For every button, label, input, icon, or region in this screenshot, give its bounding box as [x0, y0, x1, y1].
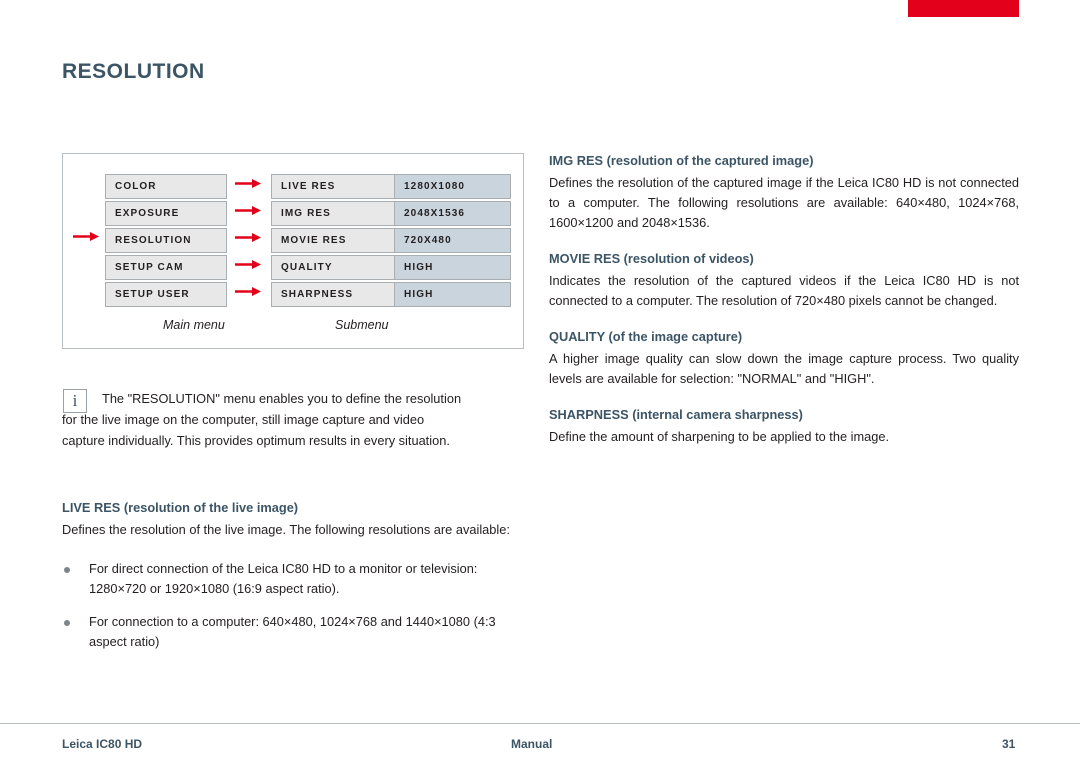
section-heading-sharpness: SHARPNESS (internal camera sharpness)	[549, 407, 803, 422]
main-menu-item-resolution[interactable]: RESOLUTION	[105, 228, 227, 253]
submenu-item-movie-res[interactable]: MOVIE RES	[271, 228, 395, 253]
info-note: The "RESOLUTION" menu enables you to def…	[62, 388, 524, 451]
list-item: For connection to a computer: 640×480, 1…	[62, 612, 524, 652]
page-title: RESOLUTION	[62, 60, 205, 83]
submenu-item-img-res[interactable]: IMG RES	[271, 201, 395, 226]
live-res-bullet-list: For direct connection of the Leica IC80 …	[62, 559, 524, 652]
section-live-res: LIVE RES (resolution of the live image) …	[62, 500, 524, 652]
arrow-right-icon-row1	[235, 179, 261, 188]
submenu-row: MOVIE RES 720X480	[271, 228, 511, 253]
main-menu-item-setup-cam[interactable]: SETUP CAM	[105, 255, 227, 280]
info-note-line1: The "RESOLUTION" menu enables you to def…	[102, 391, 462, 406]
left-column: LIVE RES (resolution of the live image) …	[62, 500, 524, 672]
arrow-right-icon-row4	[235, 260, 261, 269]
top-red-accent-bar	[908, 0, 1019, 17]
section-body-quality: A higher image quality can slow down the…	[549, 351, 1019, 386]
section-body-sharpness: Define the amount of sharpening to be ap…	[549, 429, 890, 444]
main-menu-column: COLOR EXPOSURE RESOLUTION SETUP CAM SETU…	[105, 174, 227, 309]
arrow-right-icon-row2	[235, 206, 261, 215]
arrow-right-icon-row3	[235, 233, 261, 242]
submenu-value-img-res[interactable]: 2048X1536	[395, 201, 511, 226]
main-menu-row: EXPOSURE	[105, 201, 227, 226]
footer-page-number: 31	[1002, 737, 1016, 751]
page-footer: Leica IC80 HD Manual 31	[0, 737, 1080, 757]
submenu-row: QUALITY HIGH	[271, 255, 511, 280]
right-column: IMG RES (resolution of the captured imag…	[549, 153, 1019, 467]
submenu-item-quality[interactable]: QUALITY	[271, 255, 395, 280]
section-body-live-res: Defines the resolution of the live image…	[62, 522, 510, 537]
info-note-line2: for the live image on the computer, stil…	[62, 412, 425, 427]
submenu-value-movie-res[interactable]: 720X480	[395, 228, 511, 253]
footer-document-type: Manual	[511, 737, 553, 751]
section-heading-img-res: IMG RES (resolution of the captured imag…	[549, 153, 814, 168]
footer-product-name: Leica IC80 HD	[62, 737, 143, 751]
list-item: For direct connection of the Leica IC80 …	[62, 559, 524, 599]
section-img-res: IMG RES (resolution of the captured imag…	[549, 153, 1019, 233]
main-menu-item-color[interactable]: COLOR	[105, 174, 227, 199]
section-heading-live-res: LIVE RES (resolution of the live image)	[62, 500, 299, 515]
section-heading-quality: QUALITY (of the image capture)	[549, 329, 743, 344]
section-movie-res: MOVIE RES (resolution of videos) Indicat…	[549, 251, 1019, 311]
section-body-img-res: Defines the resolution of the captured i…	[549, 175, 1019, 230]
section-heading-movie-res: MOVIE RES (resolution of videos)	[549, 251, 754, 266]
submenu-value-quality[interactable]: HIGH	[395, 255, 511, 280]
section-quality: QUALITY (of the image capture) A higher …	[549, 329, 1019, 389]
main-menu-item-exposure[interactable]: EXPOSURE	[105, 201, 227, 226]
main-menu-row: SETUP USER	[105, 282, 227, 307]
submenu-value-sharpness[interactable]: HIGH	[395, 282, 511, 307]
submenu-item-sharpness[interactable]: SHARPNESS	[271, 282, 395, 307]
main-menu-row: SETUP CAM	[105, 255, 227, 280]
main-menu-row: RESOLUTION	[105, 228, 227, 253]
submenu-row: SHARPNESS HIGH	[271, 282, 511, 307]
section-body-movie-res: Indicates the resolution of the captured…	[549, 273, 1019, 308]
submenu-row: LIVE RES 1280X1080	[271, 174, 511, 199]
footer-divider	[0, 723, 1080, 724]
menu-diagram: COLOR EXPOSURE RESOLUTION SETUP CAM SETU…	[62, 153, 524, 349]
submenu-column: LIVE RES 1280X1080 IMG RES 2048X1536 MOV…	[271, 174, 511, 309]
submenu-caption: Submenu	[335, 318, 389, 332]
main-menu-caption: Main menu	[163, 318, 225, 332]
submenu-item-live-res[interactable]: LIVE RES	[271, 174, 395, 199]
info-note-line3: capture individually. This provides opti…	[62, 433, 450, 448]
submenu-value-live-res[interactable]: 1280X1080	[395, 174, 511, 199]
main-menu-item-setup-user[interactable]: SETUP USER	[105, 282, 227, 307]
arrow-right-icon-row5	[235, 287, 261, 296]
main-menu-row: COLOR	[105, 174, 227, 199]
submenu-row: IMG RES 2048X1536	[271, 201, 511, 226]
section-sharpness: SHARPNESS (internal camera sharpness) De…	[549, 407, 1019, 447]
arrow-right-icon-resolution	[73, 232, 99, 241]
